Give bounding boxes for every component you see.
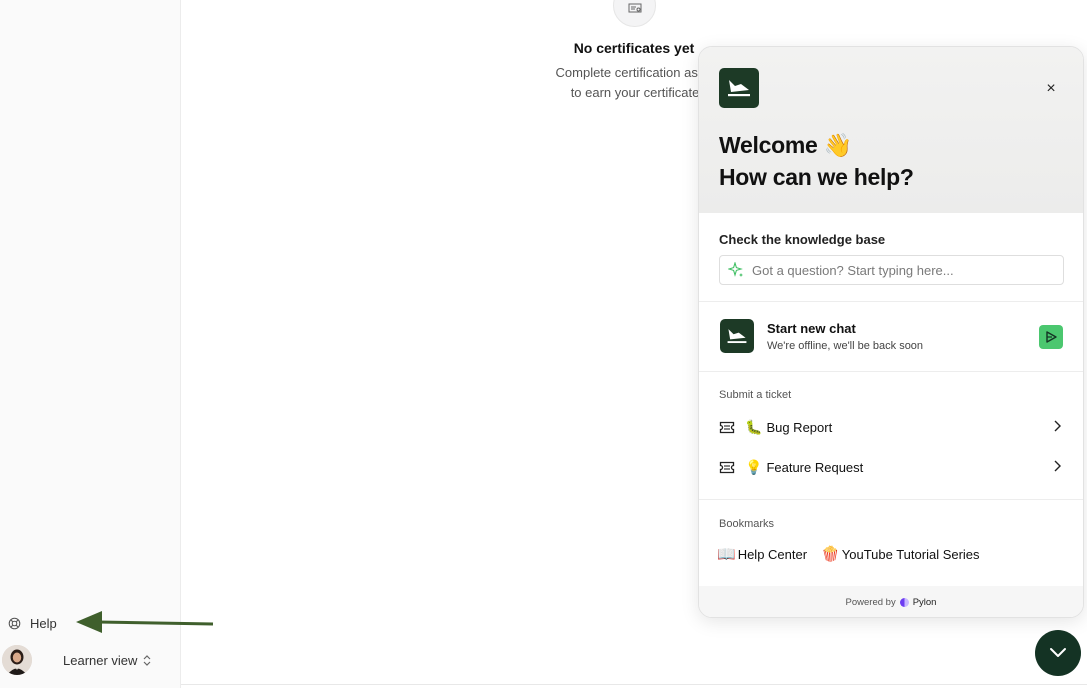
powered-by-text: Powered by	[845, 597, 896, 608]
sparkle-icon	[728, 262, 743, 277]
help-heading-line: How can we help?	[719, 164, 914, 190]
welcome-heading: Welcome 👋 How can we help?	[719, 129, 914, 193]
help-widget: × Welcome 👋 How can we help? Check the k…	[698, 46, 1084, 618]
divider	[699, 499, 1083, 500]
help-link[interactable]: Help	[8, 613, 57, 633]
ticket-icon	[719, 461, 737, 474]
powered-by-footer[interactable]: Powered by Pylon	[699, 586, 1083, 617]
chat-logo-icon	[720, 319, 754, 353]
pylon-brand-name: Pylon	[912, 597, 937, 608]
knowledge-base-search[interactable]	[719, 255, 1064, 285]
submit-ticket-label: Submit a ticket	[719, 389, 792, 401]
divider	[699, 301, 1083, 302]
certificate-icon	[613, 0, 656, 27]
ticket-feature-request[interactable]: 💡 Feature Request	[699, 447, 1083, 487]
send-icon	[1046, 331, 1057, 343]
help-label: Help	[30, 615, 57, 631]
bookmark-label: Help Center	[737, 546, 808, 562]
chevron-down-icon	[1050, 648, 1066, 657]
popcorn-icon: 🍿	[821, 546, 840, 563]
avatar-image	[2, 645, 32, 675]
welcome-line: Welcome 👋	[719, 132, 852, 158]
start-chat-row[interactable]: Start new chat We're offline, we'll be b…	[699, 303, 1083, 371]
knowledge-base-title: Check the knowledge base	[719, 232, 886, 247]
bug-icon: 🐛	[745, 418, 763, 435]
chevron-right-icon	[1053, 460, 1061, 475]
bookmark-help-center[interactable]: 📖 Help Center	[717, 545, 807, 563]
ticket-bug-report[interactable]: 🐛 Bug Report	[699, 407, 1083, 447]
bookmark-youtube-tutorials[interactable]: 🍿 YouTube Tutorial Series	[821, 545, 979, 563]
learner-view-label: Learner view	[63, 653, 138, 668]
divider	[181, 684, 1087, 685]
divider	[699, 371, 1083, 372]
bookmarks-label: Bookmarks	[719, 518, 775, 530]
avatar[interactable]	[2, 645, 32, 675]
chat-status-text: We're offline, we'll be back soon	[767, 340, 924, 352]
close-icon: ×	[1046, 80, 1056, 97]
learner-view-select[interactable]: Learner view	[63, 653, 151, 668]
chevron-updown-icon	[143, 655, 151, 666]
lifebuoy-icon	[8, 617, 21, 629]
brand-logo-icon	[719, 68, 759, 108]
pylon-logo-icon	[899, 598, 909, 607]
ticket-label: Bug Report	[766, 419, 833, 435]
widget-header: × Welcome 👋 How can we help?	[699, 47, 1083, 213]
sidebar: Help Learner view	[0, 0, 181, 688]
close-button[interactable]: ×	[1040, 78, 1062, 100]
ticket-icon	[719, 421, 737, 434]
send-button[interactable]	[1039, 325, 1063, 349]
book-icon: 📖	[717, 546, 736, 563]
bookmark-label: YouTube Tutorial Series	[841, 546, 980, 562]
chat-toggle-button[interactable]	[1035, 630, 1081, 676]
knowledge-base-input[interactable]	[752, 262, 1052, 278]
start-chat-title: Start new chat	[767, 321, 856, 336]
lightbulb-icon: 💡	[745, 458, 763, 475]
ticket-label: Feature Request	[766, 459, 864, 475]
chevron-right-icon	[1053, 420, 1061, 435]
bookmarks-list: 📖 Help Center 🍿 YouTube Tutorial Series	[717, 545, 980, 563]
annotation-arrow-icon	[76, 611, 214, 633]
